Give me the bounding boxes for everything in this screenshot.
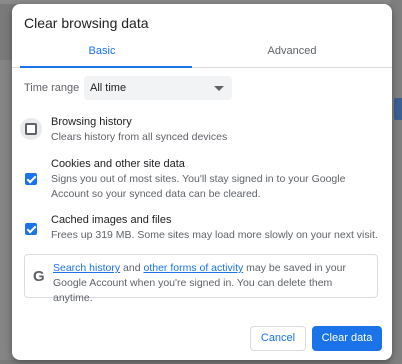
cancel-button[interactable]: Cancel [250,326,306,351]
checkbox-checked-icon [25,173,37,185]
activity-info-text: Search history and other forms of activi… [53,261,373,306]
clear-data-button[interactable]: Clear data [312,326,382,351]
search-history-link[interactable]: Search history [53,262,120,274]
activity-info-box: G Search history and other forms of acti… [24,254,378,304]
browsing-history-checkbox[interactable] [20,118,42,140]
tab-basic[interactable]: Basic [12,40,192,68]
option-title: Cookies and other site data [51,158,185,170]
time-range-value: All time [90,82,127,94]
other-activity-link[interactable]: other forms of activity [143,262,243,274]
background-accent [394,98,402,120]
google-g-icon: G [33,268,45,285]
active-tab-indicator [20,66,192,68]
info-text-connector: and [120,262,144,274]
cookies-checkbox[interactable] [20,168,42,190]
time-range-label: Time range [24,82,80,94]
option-description: Clears history from all synced devices [51,131,228,143]
clear-browsing-data-dialog: Clear browsing data Basic Advanced Time … [12,4,392,360]
option-title: Cached images and files [51,214,172,226]
cached-images-checkbox[interactable] [20,218,42,240]
option-title: Browsing history [51,116,132,128]
tab-bar: Basic Advanced [12,40,392,68]
tab-advanced[interactable]: Advanced [202,40,382,68]
checkbox-checked-icon [25,223,37,235]
option-description: Frees up 319 MB. Some sites may load mor… [51,229,378,241]
checkbox-unchecked-icon [25,123,37,135]
dialog-title: Clear browsing data [24,15,149,31]
chevron-down-icon [214,86,224,91]
option-description: Signs you out of most sites. You'll stay… [51,173,346,200]
time-range-select[interactable]: All time [84,76,232,100]
